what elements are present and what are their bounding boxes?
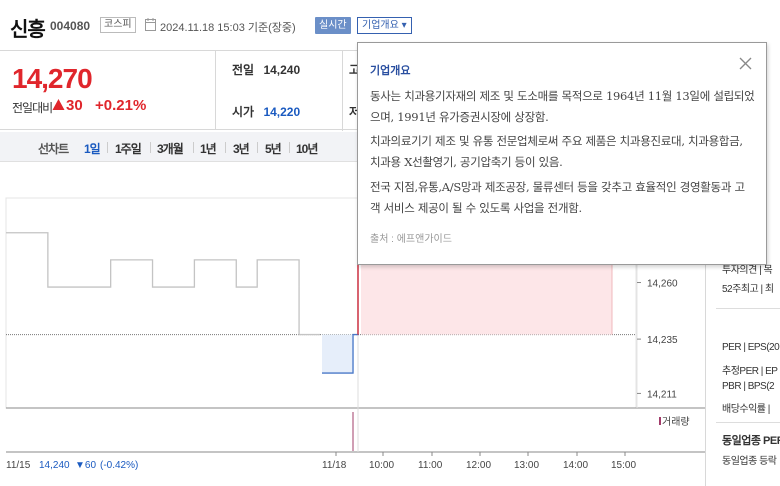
realtime-button[interactable]: 실시간: [315, 17, 351, 34]
change-rate: +0.21%: [95, 97, 147, 114]
popup-paragraph: 치과의료기기 제조 및 유통 전문업체로써 주요 제품은 치과용진료대, 치과용…: [370, 134, 743, 169]
market-badge: 코스피: [100, 17, 136, 33]
quote-datetime: 2024.11.18 15:03 기준(장중): [160, 22, 296, 34]
x-tick-label: 11:00: [418, 460, 443, 471]
prev-summary-change: ▼60: [75, 460, 96, 471]
close-icon[interactable]: [738, 56, 753, 71]
y-axis-ticks: 14,260 14,235 14,211: [637, 279, 678, 400]
prev-summary-price: 14,240: [39, 460, 70, 471]
tab-5y[interactable]: 5년: [265, 140, 282, 157]
line-chart-tab[interactable]: 선차트: [38, 140, 69, 157]
right-panel-item: PBR | BPS(2: [722, 381, 775, 392]
right-panel-item: 동일업종 PER: [722, 435, 780, 447]
stock-code: 004080: [50, 19, 91, 33]
down-fill: [322, 334, 354, 374]
y-tick-label: 14,211: [647, 389, 677, 400]
x-tick-label: 12:00: [466, 460, 491, 471]
change-amount: 30: [66, 97, 83, 114]
popup-source: 출처 : 에프앤가이드: [370, 234, 452, 245]
right-panel-divider: [716, 422, 780, 423]
tab-1y[interactable]: 1년: [200, 140, 217, 157]
volume-legend-swatch: [659, 417, 661, 425]
tab-1d[interactable]: 1일: [84, 140, 101, 157]
prev-close-value: 14,240: [263, 63, 301, 77]
prev-summary-rate: (-0.42%): [100, 460, 138, 471]
x-tick-label: 15:00: [611, 460, 636, 471]
right-panel-divider: [716, 308, 780, 309]
prev-day-line: [6, 232, 320, 336]
open-value: 14,220: [263, 105, 301, 119]
volume-label: 거래량: [662, 416, 690, 428]
current-price: 14,270: [12, 63, 93, 94]
popup-paragraph: 전국 지점,유통,A/S망과 제조공장, 물류센터 등을 갖추고 효율적인 경영…: [370, 180, 745, 215]
right-panel-item: 추정PER | EP: [722, 366, 778, 377]
prev-close-label: 전일: [232, 63, 255, 77]
company-overview-popup: 기업개요 동사는 치과용기자재의 제조 및 도소매를 목적으로 1964년 11…: [357, 42, 767, 265]
company-overview-button[interactable]: 기업개요 ▾: [357, 17, 412, 34]
change-label: 전일대비: [12, 101, 53, 115]
tab-divider: [225, 142, 226, 153]
tab-10y[interactable]: 10년: [296, 140, 318, 157]
open-row: 시가 14,220: [232, 103, 300, 120]
right-panel-item: 배당수익률 |: [722, 404, 770, 415]
tab-divider: [107, 142, 108, 153]
x-tick-label: 14:00: [563, 460, 588, 471]
y-tick-label: 14,235: [647, 335, 678, 346]
popup-paragraph: 동사는 치과용기자재의 제조 및 도소매를 목적으로 1964년 11월 13일…: [370, 89, 755, 124]
up-arrow-icon: [52, 99, 65, 110]
stock-name: 신흥: [10, 19, 46, 41]
calendar-icon: [145, 18, 156, 31]
tab-3y[interactable]: 3년: [233, 140, 250, 157]
prev-summary: 11/15 14,240 ▼60 (-0.42%): [6, 460, 138, 471]
popup-title: 기업개요: [370, 65, 411, 77]
x-tick-label: 13:00: [514, 460, 539, 471]
y-tick-label: 14,260: [647, 279, 678, 290]
x-tick-label: 10:00: [369, 460, 394, 471]
tab-divider: [150, 142, 151, 153]
tab-divider: [193, 142, 194, 153]
prev-close-row: 전일 14,240: [232, 61, 300, 78]
x-tick-label: 11/18: [322, 460, 347, 471]
right-panel-item: 52주최고 | 최: [722, 284, 774, 295]
tab-1w[interactable]: 1주일: [115, 140, 142, 157]
tab-divider: [289, 142, 290, 153]
price-summary: 14,270 전일대비 30 +0.21%: [0, 50, 215, 130]
right-panel-item: 동일업종 등락: [722, 456, 777, 467]
tab-3m[interactable]: 3개월: [157, 140, 184, 157]
right-panel-item: PER | EPS(20: [722, 342, 780, 353]
tab-divider: [257, 142, 258, 153]
open-label: 시가: [232, 105, 255, 119]
prev-summary-date: 11/15: [6, 460, 31, 471]
